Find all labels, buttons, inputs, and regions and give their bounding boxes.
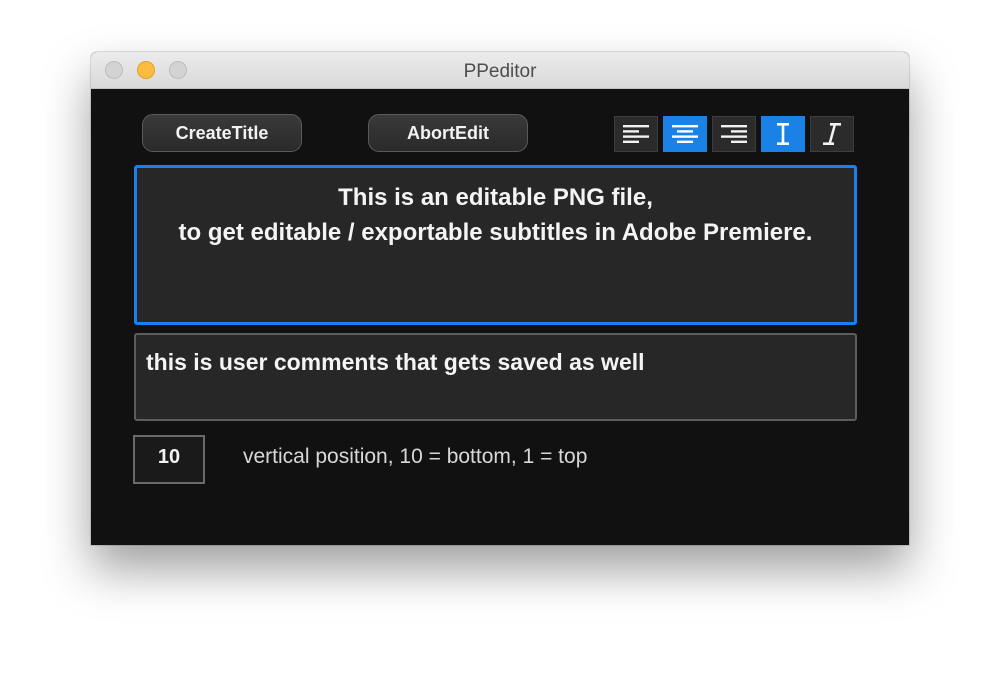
vertical-position-label: vertical position, 10 = bottom, 1 = top: [243, 445, 588, 468]
title-text-editor[interactable]: This is an editable PNG file, to get edi…: [134, 165, 857, 325]
comments-text-editor[interactable]: this is user comments that gets saved as…: [134, 333, 857, 421]
vertical-position-input[interactable]: 10: [133, 435, 205, 484]
text-upright-button[interactable]: [761, 116, 805, 152]
title-line-1: This is an editable PNG file,: [338, 184, 653, 211]
align-left-icon: [623, 125, 649, 143]
ppeditor-window: PPeditor CreateTitle AbortEdit This is a…: [91, 52, 909, 545]
comment-text: this is user comments that gets saved as…: [146, 349, 645, 375]
align-center-icon: [672, 125, 698, 143]
align-center-button[interactable]: [663, 116, 707, 152]
text-italic-button[interactable]: [810, 116, 854, 152]
align-right-icon: [721, 125, 747, 143]
align-right-button[interactable]: [712, 116, 756, 152]
text-italic-icon: [823, 123, 841, 145]
window-title: PPeditor: [463, 61, 537, 82]
title-line-2: to get editable / exportable subtitles i…: [178, 219, 813, 246]
align-left-button[interactable]: [614, 116, 658, 152]
title-bar[interactable]: PPeditor: [91, 52, 909, 89]
text-upright-icon: [777, 123, 789, 145]
create-title-button[interactable]: CreateTitle: [142, 114, 302, 152]
abort-edit-button[interactable]: AbortEdit: [368, 114, 528, 152]
